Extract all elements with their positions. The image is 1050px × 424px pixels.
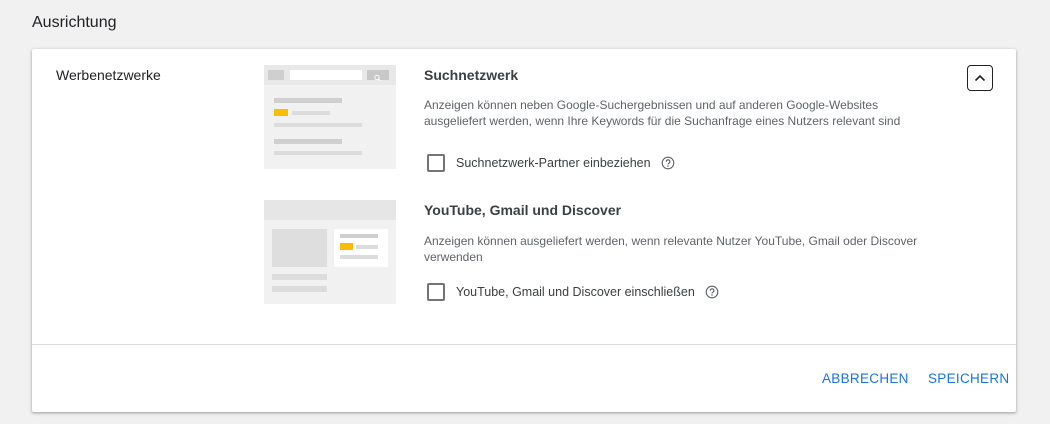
magnifier-icon <box>374 74 381 82</box>
footer-divider <box>32 344 1016 345</box>
illus-search-button <box>367 70 389 82</box>
illus-logo-block <box>268 70 284 80</box>
display-network-title: YouTube, Gmail und Discover <box>424 202 622 218</box>
search-network-illustration <box>264 65 396 169</box>
search-network-description: Anzeigen können neben Google-Suchergebni… <box>424 98 901 128</box>
illus-ad-badge <box>274 109 288 116</box>
display-network-checkbox[interactable] <box>427 283 445 301</box>
networks-card: Werbenetzwerke Suchnetzwerk Anzeigen kön… <box>32 49 1016 412</box>
illus-media-block <box>272 229 327 267</box>
display-network-label[interactable]: YouTube, Gmail und Discover einschließen <box>456 285 695 299</box>
illus-ad-badge <box>340 243 353 250</box>
illus-result-title <box>274 98 342 103</box>
search-partners-option[interactable]: Suchnetzwerk-Partner einbeziehen <box>427 154 675 172</box>
illus-result-line <box>274 123 362 127</box>
illus-text-line-1 <box>272 274 327 280</box>
illus-text-line-2 <box>272 286 327 292</box>
chevron-up-icon <box>974 74 986 82</box>
display-network-option[interactable]: YouTube, Gmail und Discover einschließen <box>427 283 719 301</box>
illus-ad-line-1 <box>340 234 378 238</box>
illus-result-line-2 <box>274 151 362 155</box>
illus-ad-line-3 <box>340 255 378 259</box>
section-title: Ausrichtung <box>32 14 117 31</box>
illus-result-url <box>292 111 330 115</box>
row-label: Werbenetzwerke <box>56 67 161 83</box>
save-button[interactable]: SPEICHERN <box>928 371 1009 386</box>
illus-ad-line-2 <box>356 245 378 249</box>
illus-result-title-2 <box>274 139 342 144</box>
display-network-description: Anzeigen können ausgeliefert werden, wen… <box>424 234 918 264</box>
illus-search-field <box>290 70 362 80</box>
search-partners-checkbox[interactable] <box>427 154 445 172</box>
help-circle-icon[interactable] <box>661 156 675 170</box>
illus-header-bar <box>264 200 396 220</box>
display-network-illustration <box>264 200 396 304</box>
help-circle-icon[interactable] <box>705 285 719 299</box>
search-partners-label[interactable]: Suchnetzwerk-Partner einbeziehen <box>456 156 651 170</box>
collapse-button[interactable] <box>967 65 993 91</box>
search-network-title: Suchnetzwerk <box>424 67 519 83</box>
cancel-button[interactable]: ABBRECHEN <box>822 371 909 386</box>
